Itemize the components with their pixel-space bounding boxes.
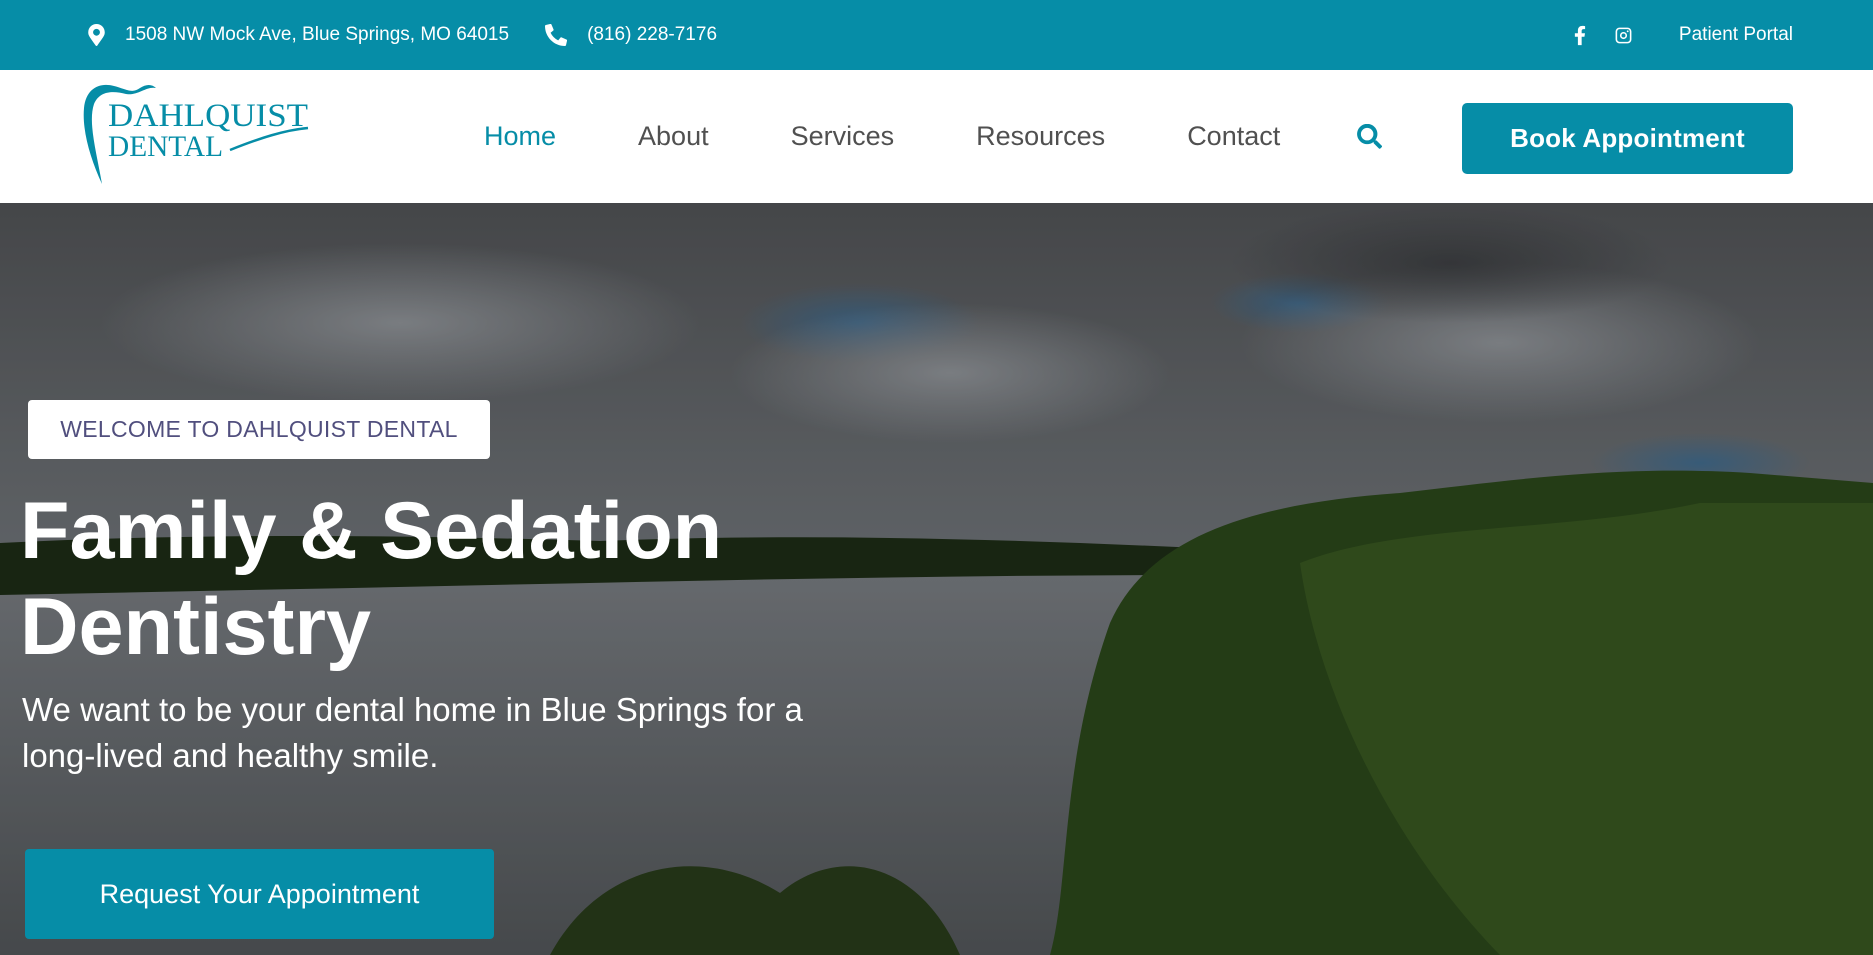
hero-subtitle-line1: We want to be your dental home in Blue S… bbox=[22, 691, 803, 728]
hero-subtitle: We want to be your dental home in Blue S… bbox=[22, 687, 922, 779]
facebook-icon bbox=[1574, 25, 1586, 45]
phone-text: (816) 228-7176 bbox=[587, 24, 718, 45]
request-appointment-button[interactable]: Request Your Appointment bbox=[25, 849, 494, 939]
main-nav: Home About Services Resources Contact bbox=[484, 70, 1280, 203]
nav-item-about[interactable]: About bbox=[638, 121, 709, 152]
hero-title-line2: Dentistry bbox=[20, 582, 372, 672]
search-icon bbox=[1356, 123, 1382, 149]
map-pin-icon bbox=[88, 24, 105, 46]
hero-title-line1: Family & Sedation bbox=[20, 486, 723, 576]
nav-item-home[interactable]: Home bbox=[484, 121, 556, 152]
top-info-bar: 1508 NW Mock Ave, Blue Springs, MO 64015… bbox=[0, 0, 1873, 70]
hero-section: WELCOME TO DAHLQUIST DENTAL Family & Sed… bbox=[0, 203, 1873, 955]
instagram-link[interactable] bbox=[1613, 24, 1635, 46]
nav-item-resources[interactable]: Resources bbox=[976, 121, 1105, 152]
contact-info: 1508 NW Mock Ave, Blue Springs, MO 64015… bbox=[88, 0, 717, 70]
address-link[interactable]: 1508 NW Mock Ave, Blue Springs, MO 64015 bbox=[88, 24, 509, 46]
nav-item-contact[interactable]: Contact bbox=[1187, 121, 1280, 152]
hero-title: Family & Sedation Dentistry bbox=[20, 483, 900, 675]
search-button[interactable] bbox=[1355, 122, 1383, 150]
top-bar-right: Patient Portal bbox=[1569, 0, 1793, 70]
logo-text-line2: DENTAL bbox=[108, 130, 223, 163]
facebook-link[interactable] bbox=[1569, 24, 1591, 46]
logo-text-line1: DAHLQUIST bbox=[108, 98, 308, 134]
dahlquist-dental-logo[interactable]: DAHLQUIST DENTAL bbox=[80, 80, 312, 196]
hero-subtitle-line2: long-lived and healthy smile. bbox=[22, 737, 439, 774]
patient-portal-link[interactable]: Patient Portal bbox=[1679, 24, 1793, 46]
instagram-icon bbox=[1616, 27, 1632, 43]
phone-icon bbox=[545, 24, 568, 46]
address-text: 1508 NW Mock Ave, Blue Springs, MO 64015 bbox=[125, 24, 510, 45]
nav-item-services[interactable]: Services bbox=[791, 121, 895, 152]
welcome-badge: WELCOME TO DAHLQUIST DENTAL bbox=[28, 400, 490, 459]
book-appointment-button[interactable]: Book Appointment bbox=[1462, 103, 1793, 174]
phone-link[interactable]: (816) 228-7176 bbox=[545, 24, 717, 46]
site-header: DAHLQUIST DENTAL Home About Services Res… bbox=[0, 70, 1873, 203]
